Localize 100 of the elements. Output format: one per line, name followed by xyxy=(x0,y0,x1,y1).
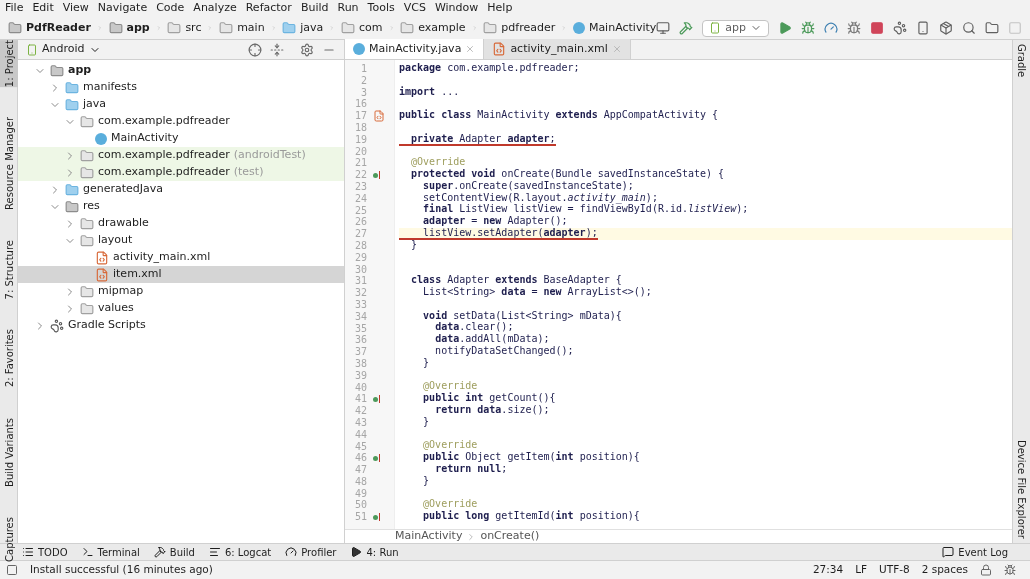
breadcrumb-item[interactable]: main xyxy=(219,19,265,37)
phone-icon[interactable] xyxy=(916,21,930,35)
tool-window-tab[interactable]: Captures xyxy=(0,516,18,562)
tool-window-tab[interactable]: Build Variants xyxy=(0,417,18,487)
line-number: 22 xyxy=(353,169,367,181)
override-marker-icon[interactable] xyxy=(373,395,380,404)
code-line: } xyxy=(422,475,430,488)
code-line: notifyDataSetChanged(); xyxy=(434,346,574,359)
tree-row[interactable]: java xyxy=(18,96,344,113)
tree-row[interactable]: com.example.pdfreader (androidTest) xyxy=(18,147,344,164)
collapse-icon[interactable] xyxy=(270,42,284,57)
code-breadcrumb-item[interactable]: MainActivity xyxy=(395,528,463,545)
search-icon[interactable] xyxy=(962,21,976,35)
tree-row[interactable]: com.example.pdfreader (test) xyxy=(18,164,344,181)
breadcrumb-item[interactable]: MainActivity xyxy=(572,19,657,37)
settings-icon[interactable] xyxy=(300,42,314,57)
debug-icon[interactable] xyxy=(801,21,815,35)
editor-tab[interactable]: MainActivity.java xyxy=(345,39,485,59)
tree-label: values xyxy=(98,300,134,317)
menu-item[interactable]: Run xyxy=(337,0,359,17)
tool-window-tab[interactable]: 2: Favorites xyxy=(0,329,18,388)
lock-icon[interactable] xyxy=(980,564,992,576)
breadcrumb-item[interactable]: example xyxy=(400,19,466,37)
indent-setting[interactable]: 2 spaces xyxy=(921,562,968,578)
package-icon[interactable] xyxy=(939,21,953,35)
tree-row[interactable]: values xyxy=(18,300,344,317)
menu-item[interactable]: File xyxy=(5,0,24,17)
breadcrumb-item[interactable]: PdfReader xyxy=(8,19,91,37)
tree-row[interactable]: mipmap xyxy=(18,283,344,300)
menu-item[interactable]: Code xyxy=(156,0,185,17)
override-marker-icon[interactable] xyxy=(373,454,380,463)
tree-row[interactable]: generatedJava xyxy=(18,181,344,198)
tool-window-tab[interactable]: 6: Logcat xyxy=(208,544,272,560)
tool-window-tab[interactable]: 7: Structure xyxy=(0,240,18,300)
editor-tab[interactable]: activity_main.xml xyxy=(484,39,631,59)
tree-row[interactable]: activity_main.xml xyxy=(18,249,344,266)
project-view-dropdown[interactable]: Android xyxy=(26,41,101,58)
bug-icon[interactable] xyxy=(847,21,861,35)
locate-icon[interactable] xyxy=(248,42,262,57)
panel-icon[interactable] xyxy=(6,564,18,576)
line-separator[interactable]: LF xyxy=(855,562,868,578)
code-line: } xyxy=(422,357,430,370)
tool-window-tab[interactable]: Resource Manager xyxy=(0,117,18,210)
tool-window-tab[interactable]: Build xyxy=(153,544,195,560)
xml-file-icon[interactable] xyxy=(373,110,385,123)
tool-window-tab[interactable]: Profiler xyxy=(285,544,337,560)
breadcrumb-item[interactable]: app xyxy=(108,19,150,37)
line-number: 46 xyxy=(353,452,367,465)
tool-window-tab[interactable]: 4: Run xyxy=(350,544,399,560)
tree-row[interactable]: drawable xyxy=(18,215,344,232)
tree-row[interactable]: layout xyxy=(18,232,344,249)
breadcrumb-item[interactable]: src xyxy=(167,19,202,37)
menu-item[interactable]: Build xyxy=(300,0,329,17)
menu-item[interactable]: Refactor xyxy=(245,0,292,17)
menu-item[interactable]: View xyxy=(62,0,89,17)
tree-row[interactable]: com.example.pdfreader xyxy=(18,113,344,130)
gauge-icon[interactable] xyxy=(824,21,838,35)
tree-row[interactable]: manifests xyxy=(18,79,344,96)
run-config-dropdown[interactable]: app xyxy=(702,19,769,37)
menu-item[interactable]: Edit xyxy=(32,0,54,17)
tree-row[interactable]: MainActivity xyxy=(18,130,344,147)
breadcrumb-item[interactable]: java xyxy=(282,19,324,37)
bug-icon[interactable] xyxy=(1004,564,1016,576)
tree-row[interactable]: Gradle Scripts xyxy=(18,317,344,334)
stop-icon[interactable] xyxy=(870,21,884,35)
event-log-button[interactable]: Event Log xyxy=(942,544,1008,560)
folder-icon xyxy=(50,63,64,78)
breadcrumb-item[interactable]: pdfreader xyxy=(483,19,556,37)
code-breadcrumb-item[interactable]: onCreate() xyxy=(480,528,540,545)
tab-label: activity_main.xml xyxy=(510,40,608,57)
close-icon[interactable] xyxy=(465,44,476,54)
folder-icon xyxy=(80,148,94,163)
menu-item[interactable]: Navigate xyxy=(97,0,148,17)
tool-window-tab[interactable]: Terminal xyxy=(81,544,140,560)
tool-window-tab[interactable]: Device File Explorer xyxy=(1014,440,1029,539)
line-number: 49 xyxy=(353,487,367,500)
file-encoding[interactable]: UTF-8 xyxy=(879,562,910,578)
tool-window-tab[interactable]: Gradle xyxy=(1014,44,1029,78)
tool-window-tab[interactable]: 1: Project xyxy=(0,40,18,88)
run-icon[interactable] xyxy=(778,21,792,35)
menu-item[interactable]: Analyze xyxy=(193,0,237,17)
tool-window-tab[interactable]: TODO xyxy=(22,544,68,560)
paw-icon[interactable] xyxy=(893,21,907,35)
menu-item[interactable]: Window xyxy=(434,0,479,17)
line-number: 40 xyxy=(353,381,367,394)
menu-item[interactable]: Help xyxy=(487,0,513,17)
caret-position[interactable]: 27:34 xyxy=(812,562,844,578)
override-marker-icon[interactable] xyxy=(373,171,380,180)
window-icon[interactable] xyxy=(656,21,671,35)
line-number: 32 xyxy=(353,287,367,299)
folder-icon[interactable] xyxy=(985,21,999,35)
override-marker-icon[interactable] xyxy=(373,513,380,522)
tree-row[interactable]: res xyxy=(18,198,344,215)
tree-row[interactable]: item.xml xyxy=(18,266,344,283)
hammer-icon[interactable] xyxy=(679,21,694,35)
menu-item[interactable]: VCS xyxy=(403,0,426,17)
code-line: @Override xyxy=(422,381,478,393)
breadcrumb-item[interactable]: com xyxy=(341,19,383,37)
menu-item[interactable]: Tools xyxy=(367,0,395,17)
tree-row[interactable]: app xyxy=(18,62,344,79)
